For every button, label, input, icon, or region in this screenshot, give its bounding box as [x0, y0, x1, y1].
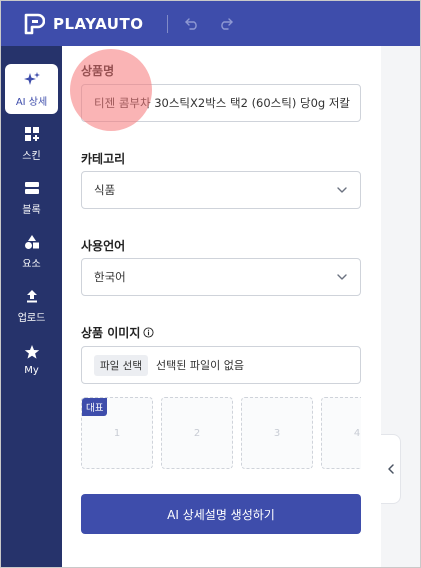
- grid-icon: [22, 124, 42, 144]
- sidebar-item-label: 스킨: [22, 151, 41, 162]
- language-label: 사용언어: [81, 239, 126, 253]
- file-select-button[interactable]: 파일 선택: [94, 354, 148, 376]
- shapes-icon: [22, 232, 42, 252]
- ai-detail-panel: 상품명 티젠 콤부차 30스틱X2박스 택2 (60스틱) 당0g 저칼 카테고…: [62, 46, 381, 567]
- app-window: PLAYAUTO AI 상세 스킨 블록 요소 업로드 My 상품명 티젠 콤부…: [0, 0, 421, 568]
- upload-icon: [22, 286, 42, 306]
- sidebar-item-label: AI 상세: [15, 97, 48, 108]
- thumbnail-slot[interactable]: 4: [321, 397, 361, 469]
- thumbnail-slot[interactable]: 대표 1: [81, 397, 153, 469]
- undo-button[interactable]: [182, 14, 202, 34]
- category-label: 카테고리: [81, 152, 126, 166]
- thumbnail-number: 3: [273, 427, 281, 439]
- product-image-label: 상품 이미지: [81, 324, 154, 341]
- main-image-badge: 대표: [82, 398, 108, 416]
- header-divider: [167, 14, 169, 33]
- sidebar-item-element[interactable]: 요소: [5, 226, 58, 276]
- thumbnail-number: 2: [193, 427, 201, 439]
- product-name-input[interactable]: 티젠 콤부차 30스틱X2박스 택2 (60스틱) 당0g 저칼: [81, 84, 361, 122]
- language-select[interactable]: 한국어: [81, 258, 361, 296]
- redo-icon: [221, 17, 234, 30]
- block-icon: [22, 178, 42, 198]
- logo-mark-icon: [23, 13, 46, 35]
- logo-text: PLAYAUTO: [53, 14, 144, 33]
- left-sidebar: AI 상세 스킨 블록 요소 업로드 My: [1, 46, 62, 567]
- info-icon: [143, 327, 154, 338]
- sidebar-item-label: 블록: [22, 205, 41, 216]
- file-input[interactable]: 파일 선택 선택된 파일이 없음: [81, 346, 361, 384]
- file-status-text: 선택된 파일이 없음: [155, 359, 244, 372]
- sidebar-item-label: 업로드: [17, 313, 46, 324]
- playauto-logo[interactable]: PLAYAUTO: [23, 13, 143, 35]
- sidebar-item-skin[interactable]: 스킨: [5, 118, 58, 168]
- thumbnail-slot[interactable]: 2: [161, 397, 233, 469]
- top-header: PLAYAUTO: [1, 1, 420, 46]
- sidebar-item-upload[interactable]: 업로드: [5, 280, 58, 330]
- product-image-label-text: 상품 이미지: [81, 326, 141, 340]
- product-name-value: 티젠 콤부차 30스틱X2박스 택2 (60스틱) 당0g 저칼: [94, 96, 350, 110]
- star-icon: [22, 342, 42, 362]
- chevron-down-icon: [337, 187, 347, 193]
- chevron-down-icon: [337, 274, 347, 280]
- sidebar-item-my[interactable]: My: [5, 334, 58, 384]
- generate-ai-detail-button[interactable]: AI 상세설명 생성하기: [81, 494, 361, 534]
- collapse-panel-button[interactable]: [381, 434, 401, 504]
- undo-icon: [185, 17, 198, 30]
- sidebar-item-ai-detail[interactable]: AI 상세: [5, 64, 58, 114]
- sidebar-item-block[interactable]: 블록: [5, 172, 58, 222]
- thumbnail-number: 1: [113, 427, 121, 439]
- redo-button[interactable]: [216, 14, 236, 34]
- language-selected-value: 한국어: [94, 270, 126, 284]
- sparkle-icon: [22, 70, 42, 90]
- sidebar-item-label: 요소: [22, 259, 41, 270]
- image-thumbnails: 대표 1 2 3 4: [81, 397, 361, 469]
- product-name-label: 상품명: [81, 64, 115, 78]
- sidebar-item-label: My: [24, 365, 39, 376]
- chevron-left-icon: [387, 464, 394, 474]
- thumbnail-slot[interactable]: 3: [241, 397, 313, 469]
- category-selected-value: 식품: [94, 183, 116, 197]
- category-select[interactable]: 식품: [81, 171, 361, 209]
- thumbnail-number: 4: [353, 427, 361, 439]
